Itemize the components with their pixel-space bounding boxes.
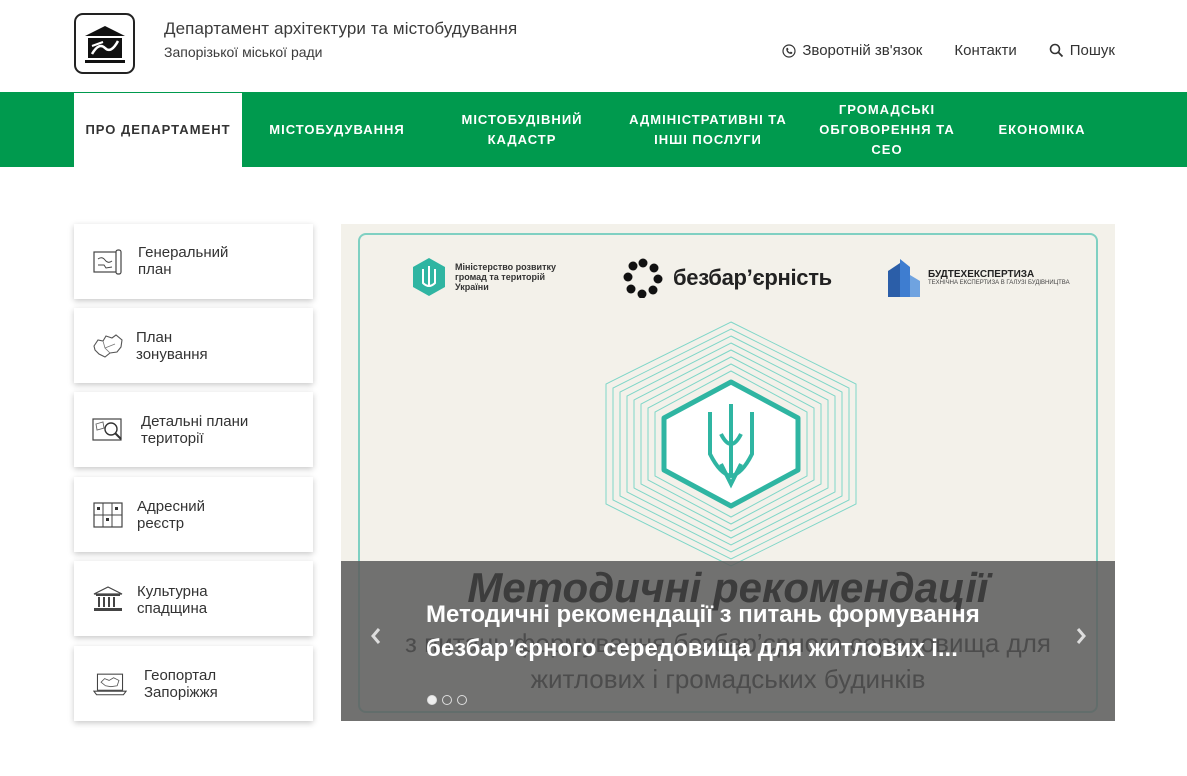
search-icon: [1049, 43, 1063, 58]
nav-item-public-discussions[interactable]: Громадські обговорення та СЕО: [804, 92, 970, 167]
slider-prev-button[interactable]: [369, 626, 383, 651]
budtech-logo: БУДТЕХЕКСПЕРТИЗА ТЕХНІЧНА ЕКСПЕРТИЗА В Г…: [884, 257, 1070, 297]
ministry-line3: України: [455, 282, 489, 292]
sidebar-label-line2: план: [138, 261, 172, 278]
nav-item-label-2: інші послуги: [654, 131, 762, 147]
department-logo[interactable]: [74, 13, 135, 74]
contacts-link[interactable]: Контакти: [954, 42, 1016, 59]
address-registry-icon: [91, 501, 125, 529]
budtech-text: БУДТЕХЕКСПЕРТИЗА ТЕХНІЧНА ЕКСПЕРТИЗА В Г…: [928, 269, 1070, 286]
slider-next-button[interactable]: [1074, 626, 1088, 651]
nav-item-label: Містобудування: [269, 121, 405, 137]
sidebar-item-zoning-plan[interactable]: План зонування: [74, 308, 313, 383]
trident-emblem-graphic: [605, 321, 857, 567]
news-slider[interactable]: Міністерство розвитку громад та територі…: [341, 224, 1115, 721]
zoning-map-icon: [91, 332, 125, 360]
nav-item-about[interactable]: Про департамент: [74, 93, 242, 167]
sidebar-label-line2: реєстр: [137, 515, 185, 532]
detailed-plan-icon: [91, 416, 125, 444]
sidebar-item-label: Детальні плани території: [141, 413, 271, 447]
slide-line2-overlay: житлових і громадських будинків: [530, 664, 926, 694]
nav-item-label: Економіка: [998, 121, 1086, 137]
nav-item-label-2: обговорення та СЕО: [819, 121, 955, 157]
sidebar-label-line1: Генеральний: [138, 244, 229, 261]
site-header: Департамент архітектури та містобудуванн…: [0, 0, 1187, 92]
slide-caption-line1: Методичні рекомендації з питань формуван…: [426, 601, 980, 628]
sidebar-item-label: Адресний реєстр: [137, 498, 267, 532]
ministry-line1: Міністерство розвитку: [455, 262, 557, 272]
bezbar-logo: безбар’єрність: [623, 258, 832, 298]
nav-item-label: Адміністративні та: [629, 111, 787, 127]
chevron-left-icon: [371, 628, 381, 644]
sidebar-label-line1: План: [136, 329, 173, 346]
slide-caption-line2: безбар’єрного середовища для житлових і.…: [426, 635, 958, 662]
phone-icon: [782, 43, 796, 58]
chevron-right-icon: [1076, 628, 1086, 644]
logo-emblem-icon: [84, 25, 125, 63]
sidebar-item-label: Культурна спадщина: [137, 583, 267, 617]
geoportal-laptop-icon: [93, 670, 127, 698]
sidebar-label-line1: Геопортал: [144, 667, 217, 684]
slider-dot-3[interactable]: [457, 695, 467, 705]
site-title[interactable]: Департамент архітектури та містобудуванн…: [164, 19, 517, 39]
budtech-building-icon: [888, 259, 920, 297]
nav-item-label: Про департамент: [85, 122, 231, 137]
ministry-line2: громад та територій: [455, 272, 546, 282]
sidebar-item-label: Геопортал Запоріжжя: [144, 667, 274, 701]
sidebar-label-line2: спадщина: [137, 600, 208, 617]
slider-dot-2[interactable]: [442, 695, 452, 705]
sidebar-item-geoportal[interactable]: Геопортал Запоріжжя: [74, 646, 313, 721]
slide-caption[interactable]: Методичні рекомендації з питань формуван…: [426, 598, 1066, 666]
top-links: Зворотній зв'язок Контакти Пошук: [782, 42, 1115, 59]
nav-item-label: Містобудівний: [461, 111, 583, 127]
bezbar-text: безбар’єрність: [673, 265, 832, 290]
contacts-link-label: Контакти: [954, 42, 1017, 59]
feedback-link[interactable]: Зворотній зв'язок: [782, 42, 922, 59]
slider-dot-1[interactable]: [427, 695, 437, 705]
sidebar-item-label: План зонування: [136, 329, 266, 363]
sidebar-label-line1: Адресний: [137, 498, 205, 515]
sidebar-label-line1: Детальні плани: [141, 413, 249, 430]
main-navigation: Про департамент Містобудування Містобуді…: [0, 92, 1187, 167]
ministry-name: Міністерство розвитку громад та територі…: [455, 262, 556, 292]
ministry-logo: Міністерство розвитку громад та територі…: [410, 257, 556, 297]
bezbar-dots-icon: [623, 258, 663, 298]
feedback-link-label: Зворотній зв'язок: [802, 42, 923, 59]
site-subtitle: Запорізької міської ради: [164, 44, 323, 60]
slider-pagination: [427, 695, 472, 705]
nav-item-label-2: кадастр: [487, 131, 557, 147]
nav-item-admin-services[interactable]: Адміністративні та інші послуги: [618, 92, 798, 167]
budtech-title: БУДТЕХЕКСПЕРТИЗА: [928, 268, 1035, 280]
sidebar-label-line1: Культурна: [137, 583, 208, 600]
sidebar-item-label: Генеральний план: [138, 244, 268, 278]
nav-item-cadastre[interactable]: Містобудівний кадастр: [440, 92, 604, 167]
general-plan-icon: [91, 248, 125, 276]
heritage-building-icon: [91, 585, 125, 613]
nav-item-economy[interactable]: Економіка: [986, 92, 1098, 167]
budtech-subtitle: ТЕХНІЧНА ЕКСПЕРТИЗА В ГАЛУЗІ БУДІВНИЦТВА: [928, 279, 1070, 286]
sidebar-item-cultural-heritage[interactable]: Культурна спадщина: [74, 561, 313, 636]
sidebar-item-address-registry[interactable]: Адресний реєстр: [74, 477, 313, 552]
sidebar-label-line2: території: [141, 430, 204, 447]
nav-item-urban-planning[interactable]: Містобудування: [256, 92, 418, 167]
ministry-trident-icon: [413, 258, 445, 296]
sidebar-label-line2: зонування: [136, 346, 208, 363]
sidebar-item-detailed-plans[interactable]: Детальні плани території: [74, 392, 313, 467]
sidebar-label-line2: Запоріжжя: [144, 684, 218, 701]
sidebar-item-general-plan[interactable]: Генеральний план: [74, 224, 313, 299]
search-link[interactable]: Пошук: [1049, 42, 1115, 59]
nav-item-label: Громадські: [838, 101, 936, 117]
search-link-label: Пошук: [1069, 42, 1115, 59]
